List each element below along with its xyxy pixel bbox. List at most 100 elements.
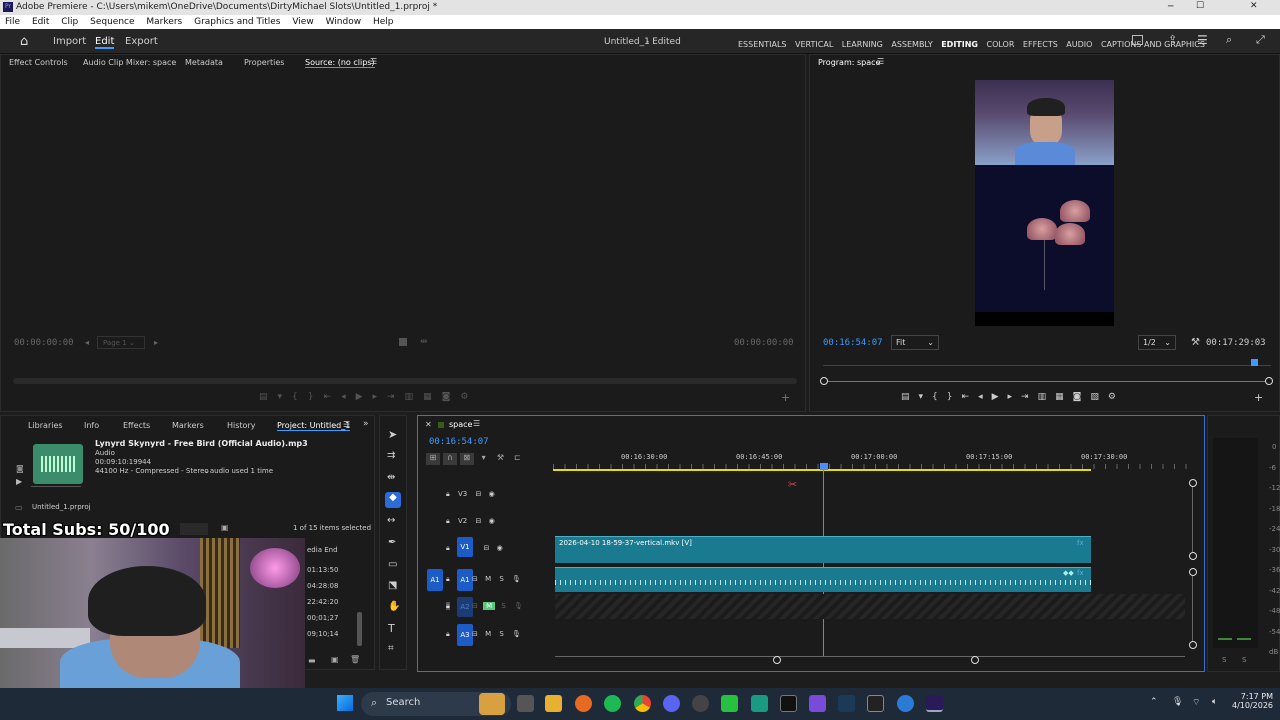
source-scrubber[interactable] <box>13 378 797 384</box>
discord-icon[interactable] <box>663 695 680 712</box>
tab-info[interactable]: Info <box>84 421 99 430</box>
h-scrollbar[interactable] <box>555 656 1185 657</box>
menu-clip[interactable]: Clip <box>61 17 78 27</box>
pen-tool-icon[interactable]: ✒ <box>388 537 396 548</box>
settings-icon[interactable] <box>399 338 407 346</box>
file-explorer-icon[interactable] <box>545 695 562 712</box>
steam-icon[interactable] <box>838 695 855 712</box>
slip-tool-icon[interactable]: ↔ <box>387 515 395 526</box>
lock-icon[interactable]: 🔒︎ <box>446 575 450 583</box>
volume-icon[interactable]: 🔈︎ <box>1212 697 1217 707</box>
v-scroll-bottom-handle[interactable] <box>1189 641 1197 649</box>
mute-button[interactable]: M <box>485 575 491 583</box>
h-scroll-left-handle[interactable] <box>773 656 781 664</box>
ws-editing[interactable]: EDITING <box>941 40 978 49</box>
app-blue-icon[interactable] <box>897 695 914 712</box>
capcut-icon[interactable] <box>780 695 797 712</box>
windows-start-icon[interactable] <box>337 695 353 711</box>
in-icon[interactable]: { <box>292 392 308 402</box>
track-select-icon[interactable]: ⇉ <box>387 450 395 461</box>
ws-color[interactable]: COLOR <box>987 40 1015 49</box>
solo-button[interactable]: S <box>499 630 503 638</box>
lock-icon[interactable]: 🔒︎ <box>446 544 450 552</box>
play-thumb-icon[interactable]: ▶ <box>16 477 22 486</box>
spotify-icon[interactable] <box>604 695 621 712</box>
epic-games-icon[interactable] <box>867 695 884 712</box>
menu-sequence[interactable]: Sequence <box>90 17 134 27</box>
home-icon[interactable]: ⌂ <box>20 34 28 49</box>
expand-icon[interactable]: » <box>363 419 369 429</box>
mute-button[interactable]: M <box>485 630 491 638</box>
scrub-start-handle[interactable] <box>820 377 828 385</box>
linked-icon[interactable]: ⊠ <box>459 453 474 465</box>
step-fwd-icon[interactable]: ▸ <box>373 392 388 402</box>
tab-metadata[interactable]: Metadata <box>185 58 223 67</box>
sequence-menu-icon[interactable]: ☰ <box>473 419 480 428</box>
marker-icon[interactable]: ▾ <box>919 392 933 402</box>
out-icon[interactable]: } <box>308 392 324 402</box>
go-in-icon[interactable]: ⇤ <box>324 392 342 402</box>
program-timecode[interactable]: 00:16:54:07 <box>823 338 883 348</box>
kick-icon[interactable] <box>721 695 738 712</box>
v-scrollbar-video[interactable] <box>1192 487 1193 552</box>
search-icon[interactable]: ⌕ <box>1226 33 1232 47</box>
source-menu-icon[interactable]: ☰ <box>370 57 377 66</box>
rectangle-tool-icon[interactable]: ▭ <box>388 559 397 570</box>
go-out-icon[interactable]: ⇥ <box>1021 392 1038 402</box>
eye-icon[interactable]: ◉ <box>489 490 495 498</box>
lock-icon[interactable]: 🔒︎ <box>446 630 450 638</box>
list-item[interactable]: 09;10;14 <box>307 626 338 642</box>
prev-page-icon[interactable]: ◂ <box>85 338 89 347</box>
tab-properties[interactable]: Properties <box>244 58 284 67</box>
panels-icon[interactable] <box>1132 35 1143 45</box>
list-item[interactable]: 00;01;27 <box>307 610 338 626</box>
fullscreen-icon[interactable]: ⤢ <box>1256 33 1265 47</box>
menu-file[interactable]: File <box>5 17 20 27</box>
menu-window[interactable]: Window <box>326 17 362 27</box>
tab-export[interactable]: Export <box>125 36 158 47</box>
page-select[interactable]: Page 1 ⌄ <box>97 336 145 349</box>
camera-icon[interactable]: ◙ <box>442 392 461 402</box>
captions-icon[interactable]: ⊏ <box>510 453 524 465</box>
ws-essentials[interactable]: ESSENTIALS <box>738 40 787 49</box>
chrome-icon[interactable] <box>634 695 651 712</box>
go-out-icon[interactable]: ⇥ <box>387 392 405 402</box>
solo-left-button[interactable]: S <box>1222 656 1226 664</box>
tab-source[interactable]: Source: (no clips) <box>305 58 375 68</box>
selection-tool-icon[interactable]: ➤ <box>388 428 397 441</box>
tab-project[interactable]: Project: Untitled_1 <box>277 421 351 431</box>
settings-icon[interactable]: ⚙ <box>460 392 478 402</box>
timeline-wrench-icon[interactable]: ⚒ <box>494 453 508 465</box>
lift-icon[interactable]: ▤ <box>259 392 278 402</box>
list-item[interactable]: 22:42:20 <box>307 594 338 610</box>
obs-icon[interactable] <box>692 695 709 712</box>
timeline-timecode[interactable]: 00:16:54:07 <box>429 437 489 447</box>
v-scrollbar-audio[interactable] <box>1192 576 1193 641</box>
lift-clip-icon[interactable]: ▥ <box>1038 392 1056 402</box>
snap-icon[interactable]: ∩ <box>442 453 457 465</box>
extract-icon[interactable]: ▦ <box>1055 392 1073 402</box>
in-icon[interactable]: { <box>932 392 947 402</box>
maximize-button[interactable]: ☐ <box>1196 1 1204 11</box>
lock-icon[interactable]: 🔒︎ <box>446 602 450 610</box>
program-title[interactable]: Program: space <box>818 58 880 67</box>
marker-icon[interactable]: ▾ <box>278 392 293 402</box>
program-playhead[interactable] <box>1251 359 1258 366</box>
mic-tray-icon[interactable]: 🎙︎ <box>1172 697 1183 707</box>
sync-lock-icon[interactable]: ⊟ <box>475 517 481 525</box>
step-back-icon[interactable]: ◂ <box>978 392 992 402</box>
list-item[interactable]: 04:28:08 <box>307 578 338 594</box>
audio-thumbnail[interactable] <box>33 444 83 484</box>
camera-icon[interactable]: ◙ <box>16 464 24 473</box>
timeline-ruler[interactable]: 00:16:30:00 00:16:45:00 00:17:00:00 00:1… <box>553 453 1193 473</box>
lock-icon[interactable]: 🔒︎ <box>446 490 450 498</box>
program-scrubber[interactable] <box>823 381 1269 382</box>
network-icon[interactable]: ⌔ <box>1192 697 1200 708</box>
menu-edit[interactable]: Edit <box>32 17 49 27</box>
insert-icon[interactable]: ▥ <box>405 392 424 402</box>
resolution-select[interactable]: 1/2 ⌄ <box>1138 335 1176 350</box>
tab-import[interactable]: Import <box>53 36 86 47</box>
ws-effects[interactable]: EFFECTS <box>1023 40 1058 49</box>
sync-lock-icon[interactable]: ⊟ <box>475 490 481 498</box>
menu-view[interactable]: View <box>292 17 313 27</box>
